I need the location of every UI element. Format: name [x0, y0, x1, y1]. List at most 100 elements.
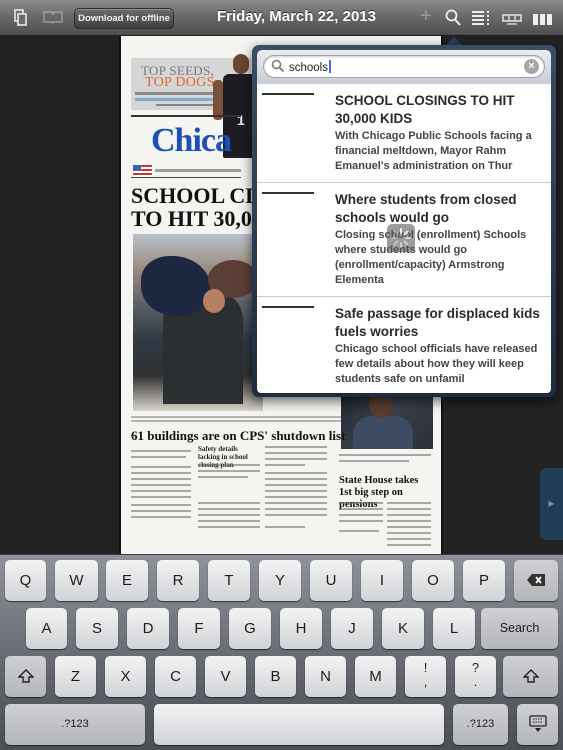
numbers-key-left[interactable]: .?123	[5, 704, 145, 745]
story-headline[interactable]: 61 buildings are on CPS' shutdown list	[131, 428, 345, 444]
key-y[interactable]: Y	[259, 560, 301, 601]
divider	[131, 115, 241, 117]
search-query-value: schools	[289, 62, 328, 74]
ipad-screen: Download for offline Friday, March 22, 2…	[0, 0, 563, 750]
body-text	[198, 476, 248, 478]
search-icon	[271, 59, 285, 73]
key-exclaim-comma[interactable]: ! ,	[405, 656, 446, 697]
body-text	[265, 472, 327, 474]
body-text	[131, 478, 191, 480]
key-f[interactable]: F	[178, 608, 220, 649]
key-bottom-char: .	[473, 674, 478, 689]
shift-icon	[16, 669, 35, 683]
shift-icon	[521, 669, 540, 683]
keyboard-hide-icon	[528, 715, 547, 732]
body-text	[387, 502, 431, 504]
body-text	[387, 538, 431, 540]
body-text	[131, 472, 191, 474]
newspaper-masthead: Chica	[151, 122, 232, 159]
photo-figure-hood	[141, 256, 211, 316]
key-g[interactable]: G	[229, 608, 271, 649]
search-result[interactable]: SCHOOL CLOSINGS TO HIT 30,000 KIDS With …	[257, 84, 551, 183]
key-i[interactable]: I	[361, 560, 403, 601]
key-d[interactable]: D	[127, 608, 169, 649]
player-arm	[213, 80, 223, 120]
loading-spinner-icon	[387, 224, 415, 252]
body-text	[339, 508, 383, 510]
key-b[interactable]: B	[255, 656, 296, 697]
shift-key-left[interactable]	[5, 656, 46, 697]
result-thumbnail	[262, 93, 314, 95]
body-text	[131, 466, 191, 468]
key-p[interactable]: P	[463, 560, 505, 601]
clear-icon[interactable]: ×	[524, 59, 539, 74]
key-question-period[interactable]: ? .	[455, 656, 496, 697]
backspace-key[interactable]	[514, 560, 558, 601]
key-s[interactable]: S	[76, 608, 118, 649]
space-key[interactable]	[154, 704, 444, 745]
key-h[interactable]: H	[280, 608, 322, 649]
result-snippet: Chicago school officials have released f…	[335, 343, 538, 385]
body-text	[387, 532, 431, 534]
key-q[interactable]: Q	[5, 560, 46, 601]
flag-icon	[133, 165, 152, 177]
body-text	[387, 544, 431, 546]
body-text	[131, 484, 191, 486]
body-text	[131, 496, 191, 498]
plus-icon[interactable]: +	[420, 6, 432, 26]
search-result[interactable]: Safe passage for displaced kids fuels wo…	[257, 297, 551, 393]
body-text	[131, 456, 186, 458]
key-x[interactable]: X	[105, 656, 146, 697]
body-text	[198, 514, 260, 516]
body-text	[198, 502, 260, 504]
key-r[interactable]: R	[157, 560, 199, 601]
body-text	[339, 502, 383, 504]
columns-icon[interactable]	[533, 12, 552, 30]
result-title: SCHOOL CLOSINGS TO HIT 30,000 KIDS	[335, 93, 515, 126]
body-text	[339, 514, 383, 516]
body-text	[131, 510, 191, 512]
search-input[interactable]: schools ×	[263, 55, 545, 78]
next-page-tab[interactable]: ▶	[540, 468, 563, 540]
key-e[interactable]: E	[106, 560, 148, 601]
body-text	[265, 526, 305, 528]
photo-figure-suit	[353, 416, 413, 449]
key-w[interactable]: W	[55, 560, 98, 601]
key-n[interactable]: N	[305, 656, 346, 697]
body-text	[265, 502, 327, 504]
key-z[interactable]: Z	[55, 656, 96, 697]
hide-keyboard-key[interactable]	[517, 704, 558, 745]
key-m[interactable]: M	[355, 656, 396, 697]
key-o[interactable]: O	[412, 560, 454, 601]
key-t[interactable]: T	[208, 560, 250, 601]
search-key[interactable]: Search	[481, 608, 558, 649]
key-u[interactable]: U	[310, 560, 352, 601]
key-c[interactable]: C	[155, 656, 196, 697]
numbers-key-right[interactable]: .?123	[453, 704, 508, 745]
body-text	[131, 450, 191, 452]
key-v[interactable]: V	[205, 656, 246, 697]
body-text	[198, 526, 260, 528]
key-k[interactable]: K	[382, 608, 424, 649]
body-text	[265, 464, 305, 466]
result-snippet: With Chicago Public Schools facing a fin…	[335, 130, 532, 172]
promo-line2: TOP DOGS	[145, 75, 215, 90]
text-cursor	[329, 60, 331, 73]
player-head	[233, 54, 249, 74]
key-a[interactable]: A	[26, 608, 67, 649]
lead-photo[interactable]	[133, 234, 263, 411]
key-l[interactable]: L	[433, 608, 475, 649]
play-arrow-icon: ▶	[548, 499, 555, 508]
two-page-icon[interactable]	[502, 12, 522, 30]
key-j[interactable]: J	[331, 608, 373, 649]
search-icon[interactable]	[445, 9, 461, 31]
onscreen-keyboard: Q W E R T Y U I O P A S D F G H J K L Se…	[0, 554, 563, 750]
divider	[131, 177, 241, 178]
shift-key-right[interactable]	[503, 656, 558, 697]
statehouse-headline[interactable]: State House takes 1st big step on pensio…	[339, 475, 431, 511]
body-text	[339, 520, 383, 522]
search-query-text: schools	[289, 60, 331, 74]
popover-arrow	[446, 36, 462, 45]
list-icon[interactable]	[472, 11, 490, 30]
backspace-icon	[527, 574, 545, 586]
